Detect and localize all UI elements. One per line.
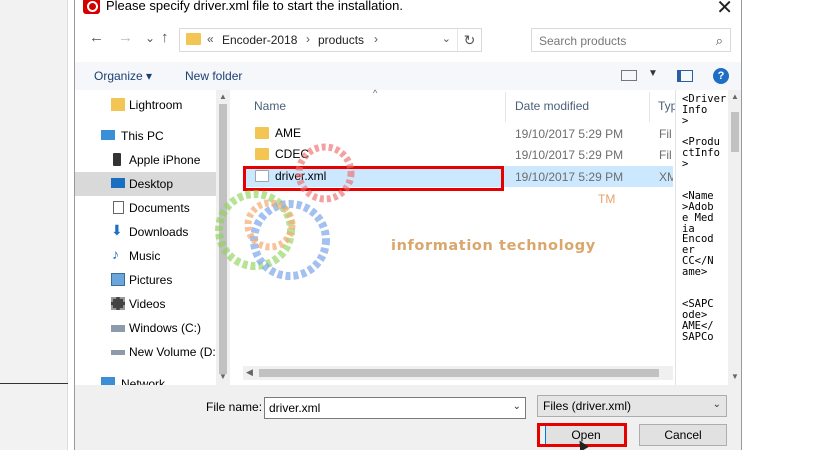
column-divider[interactable] bbox=[649, 92, 650, 122]
title-bar: Please specify driver.xml file to start … bbox=[75, 0, 741, 20]
preview-pane: <Driver Info > <Produ ctInfo > <Name >Ad… bbox=[675, 90, 741, 385]
new-folder-button[interactable]: New folder bbox=[185, 69, 242, 83]
sort-ascending-icon: ^ bbox=[373, 88, 378, 98]
scroll-left-icon[interactable]: ◀ bbox=[246, 367, 253, 378]
phone-icon bbox=[113, 153, 121, 166]
scroll-up-icon[interactable]: ▲ bbox=[219, 92, 227, 101]
nav-item-label: Network bbox=[121, 377, 166, 385]
file-type-filter-value: Files (driver.xml) bbox=[543, 399, 632, 413]
search-placeholder: Search products bbox=[539, 34, 627, 48]
scrollbar-thumb[interactable] bbox=[731, 112, 739, 152]
file-type: Fil bbox=[659, 148, 672, 162]
open-file-dialog: Please specify driver.xml file to start … bbox=[74, 0, 742, 450]
change-view-icon[interactable] bbox=[621, 70, 637, 81]
nav-item-label: Documents bbox=[129, 201, 190, 215]
address-bar[interactable]: « Encoder-2018 › products › ⌄ ↻ bbox=[179, 28, 482, 52]
nav-item-pictures[interactable]: Pictures bbox=[75, 268, 216, 292]
column-header-date[interactable]: Date modified bbox=[515, 99, 589, 113]
view-dropdown-icon[interactable]: ▼ bbox=[648, 68, 658, 79]
drive-icon bbox=[111, 350, 125, 355]
nav-item-label: Desktop bbox=[129, 177, 174, 191]
desktop-icon bbox=[111, 178, 125, 188]
nav-item-label: Windows (C:) bbox=[129, 321, 202, 335]
file-type: Fil bbox=[659, 127, 672, 141]
nav-item-documents[interactable]: Documents bbox=[75, 196, 216, 220]
nav-item-label: Videos bbox=[129, 297, 166, 311]
file-name-label: File name: bbox=[206, 400, 263, 414]
address-dropdown-icon[interactable]: ⌄ bbox=[442, 32, 451, 45]
scrollbar-thumb[interactable] bbox=[259, 369, 659, 377]
search-box[interactable]: Search products ⌕ bbox=[531, 28, 731, 52]
breadcrumb-products[interactable]: products bbox=[318, 33, 364, 47]
dialog-footer: File name: driver.xml ⌄ Files (driver.xm… bbox=[75, 385, 741, 450]
refresh-icon[interactable]: ↻ bbox=[457, 29, 481, 51]
folder-icon bbox=[186, 33, 201, 45]
file-name-input[interactable]: driver.xml ⌄ bbox=[264, 397, 526, 419]
scroll-up-icon[interactable]: ▲ bbox=[731, 92, 739, 101]
breadcrumb-overflow[interactable]: « bbox=[207, 32, 214, 46]
organize-menu[interactable]: Organize ▾ bbox=[94, 69, 152, 83]
forward-arrow-icon[interactable]: → bbox=[118, 29, 133, 46]
search-icon[interactable]: ⌕ bbox=[716, 33, 723, 49]
nav-item-new-volume-d[interactable]: New Volume (D: bbox=[75, 340, 216, 364]
recent-locations-icon[interactable]: ⌄ bbox=[145, 31, 155, 45]
watermark-text: information technology bbox=[391, 238, 596, 254]
help-icon[interactable]: ? bbox=[713, 68, 729, 84]
column-header-name[interactable]: Name bbox=[254, 99, 286, 113]
nav-item-apple-iphone[interactable]: Apple iPhone bbox=[75, 148, 216, 172]
documents-icon bbox=[113, 201, 124, 214]
nav-item-label: New Volume (D: bbox=[129, 345, 216, 359]
nav-item-label: This PC bbox=[121, 129, 164, 143]
breadcrumb-separator[interactable]: › bbox=[306, 32, 310, 46]
music-icon: ♪ bbox=[112, 246, 119, 262]
preview-scrollbar[interactable]: ▲ ▼ bbox=[728, 90, 741, 385]
file-date: 19/10/2017 5:29 PM bbox=[515, 148, 624, 162]
nav-item-desktop[interactable]: Desktop bbox=[75, 172, 216, 196]
xml-preview-text: <Driver Info > <Produ ctInfo > <Name >Ad… bbox=[682, 93, 727, 343]
background-divider bbox=[0, 383, 68, 384]
drive-icon bbox=[111, 325, 125, 332]
breadcrumb-separator[interactable]: › bbox=[374, 32, 378, 46]
up-arrow-icon[interactable]: ↑ bbox=[161, 29, 169, 46]
horizontal-scrollbar[interactable]: ◀ bbox=[243, 366, 673, 380]
folder-icon bbox=[111, 98, 125, 111]
nav-item-network[interactable]: Network bbox=[75, 372, 216, 385]
nav-item-windows-c[interactable]: Windows (C:) bbox=[75, 316, 216, 340]
nav-item-label: Lightroom bbox=[129, 98, 183, 112]
file-date: 19/10/2017 5:29 PM bbox=[515, 170, 624, 184]
file-name-dropdown-icon[interactable]: ⌄ bbox=[513, 401, 521, 412]
column-divider[interactable] bbox=[505, 92, 506, 122]
nav-item-label: Music bbox=[129, 249, 161, 263]
dialog-title: Please specify driver.xml file to start … bbox=[106, 0, 403, 13]
watermark-trademark: TM bbox=[598, 192, 616, 206]
pictures-icon bbox=[111, 273, 125, 286]
nav-item-videos[interactable]: Videos bbox=[75, 292, 216, 316]
close-icon[interactable]: ✕ bbox=[716, 0, 733, 20]
breadcrumb-encoder-2018[interactable]: Encoder-2018 bbox=[222, 33, 297, 47]
back-arrow-icon[interactable]: ← bbox=[89, 29, 104, 46]
file-name-value: driver.xml bbox=[269, 401, 321, 415]
nav-item-label: Pictures bbox=[129, 273, 173, 287]
scroll-down-icon[interactable]: ▼ bbox=[731, 372, 739, 381]
nav-item-lightroom[interactable]: Lightroom bbox=[75, 93, 216, 117]
nav-item-this-pc[interactable]: This PC bbox=[75, 124, 216, 148]
file-type-filter[interactable]: Files (driver.xml) ⌄ bbox=[537, 395, 727, 417]
adobe-app-icon bbox=[83, 0, 100, 14]
nav-item-label: Downloads bbox=[129, 225, 189, 239]
file-date: 19/10/2017 5:29 PM bbox=[515, 127, 624, 141]
filter-dropdown-icon[interactable]: ⌄ bbox=[713, 399, 721, 410]
videos-icon bbox=[111, 297, 125, 310]
network-icon bbox=[101, 377, 115, 385]
nav-item-music[interactable]: ♪ Music bbox=[75, 244, 216, 268]
scroll-down-icon[interactable]: ▼ bbox=[219, 372, 227, 381]
downloads-icon: ⬇ bbox=[111, 222, 123, 238]
command-toolbar: Organize ▾ New folder ▼ ? bbox=[75, 62, 741, 90]
computer-icon bbox=[101, 130, 115, 140]
nav-item-downloads[interactable]: ⬇ Downloads bbox=[75, 220, 216, 244]
watermark-logo bbox=[215, 143, 355, 280]
cancel-button[interactable]: Cancel bbox=[639, 424, 727, 446]
nav-item-label: Apple iPhone bbox=[129, 153, 201, 167]
preview-pane-icon[interactable] bbox=[677, 70, 693, 82]
file-type: XM bbox=[659, 170, 673, 184]
